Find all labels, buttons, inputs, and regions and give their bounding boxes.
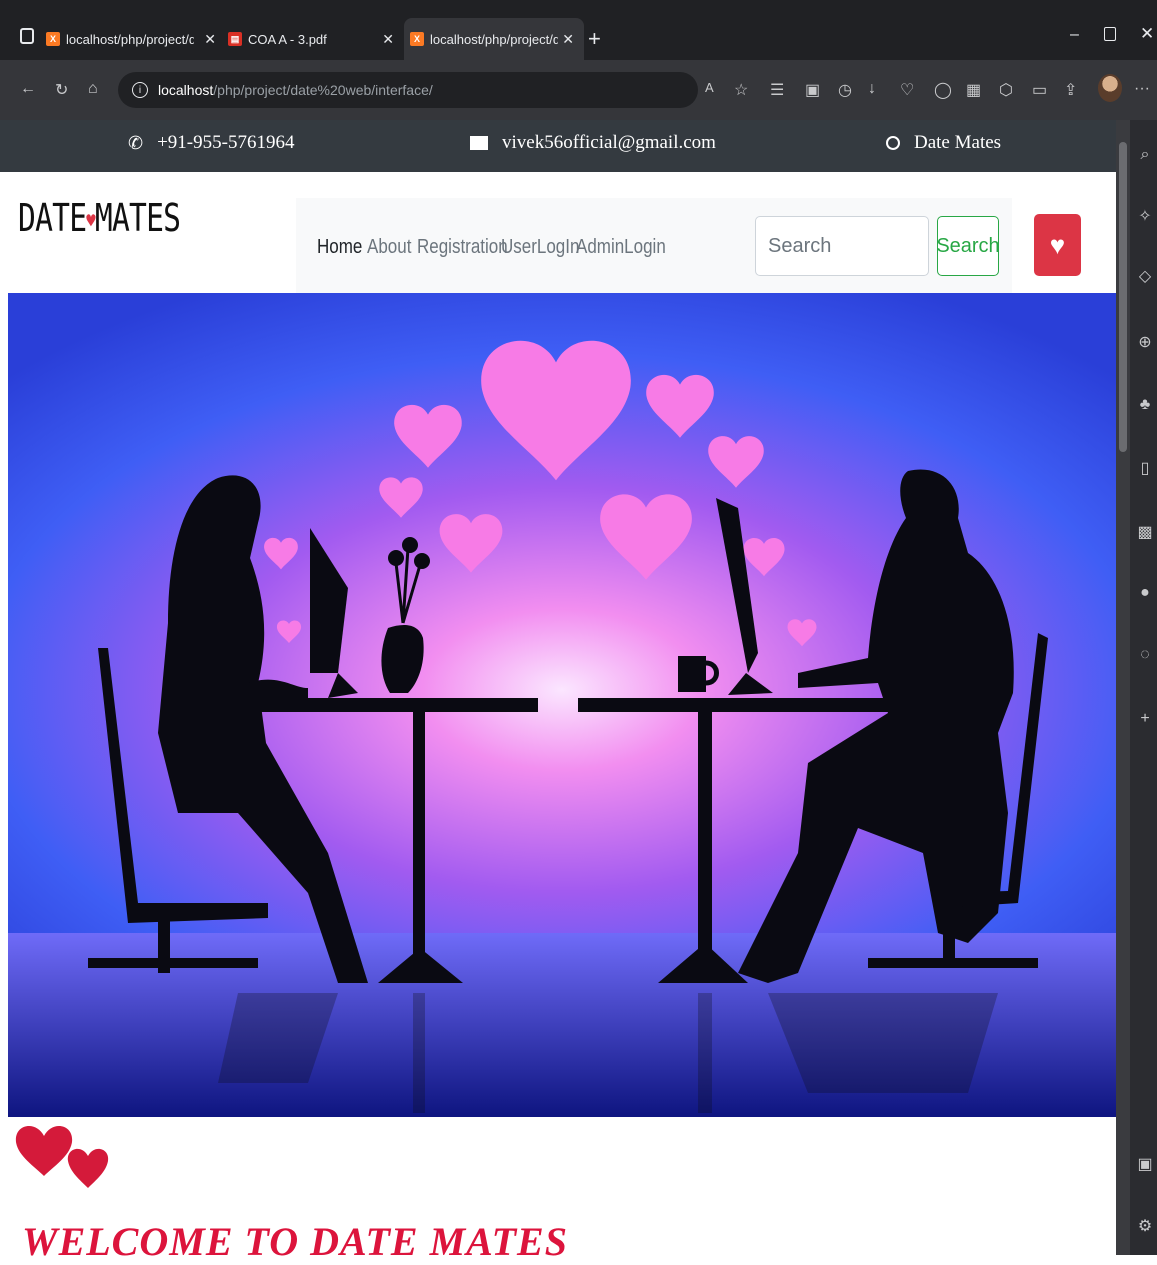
settings-extension-icon[interactable]: ⬡ <box>999 80 1013 100</box>
xampp-icon: X <box>410 32 424 46</box>
logo-hearts-icon: ♥ <box>86 208 95 233</box>
gear-icon[interactable]: ⚙ <box>1132 1216 1157 1236</box>
welcome-heading: WELCOME TO DATE MATES <box>22 1219 568 1264</box>
add-icon[interactable]: + <box>1132 710 1157 728</box>
close-icon[interactable]: ✕ <box>204 31 216 48</box>
share-icon[interactable]: ⇪ <box>1064 80 1077 100</box>
scrollbar-thumb[interactable] <box>1119 142 1127 452</box>
home-icon[interactable]: ⌂ <box>88 80 98 98</box>
pdf-icon: ▤ <box>228 32 242 46</box>
more-menu-icon[interactable]: ··· <box>1134 80 1150 98</box>
tag-icon[interactable]: ◇ <box>1132 266 1157 286</box>
search-button[interactable]: Search <box>936 216 1000 276</box>
site-name: Date Mates <box>914 132 1002 153</box>
restore-icon[interactable] <box>1104 27 1116 41</box>
phone-number: +91-955-5761964 <box>157 132 295 153</box>
heart-icon: ♥ <box>1049 229 1066 260</box>
back-icon[interactable]: ← <box>20 80 36 98</box>
favorites-heart-button[interactable]: ♥ <box>1034 214 1081 276</box>
decorative-hearts-icon <box>14 1118 114 1203</box>
shopping-icon[interactable]: ⊕ <box>1132 332 1157 352</box>
clock-icon <box>886 136 900 150</box>
tab-title: COA A - 3.pdf <box>248 31 327 47</box>
history-icon[interactable]: ◷ <box>838 80 852 100</box>
split-screen-icon[interactable]: ▭ <box>1032 80 1047 100</box>
address-bar[interactable]: i localhost/php/project/date%20web/inter… <box>118 72 698 108</box>
tab-coa-pdf[interactable]: ▤ COA A - 3.pdf ✕ <box>228 18 404 60</box>
xampp-icon: X <box>46 32 60 46</box>
tab-title: localhost/php/project/date web/ <box>66 31 194 47</box>
tab-localhost-1[interactable]: X localhost/php/project/date web/ ✕ <box>46 18 226 60</box>
search-input[interactable]: Search <box>755 216 929 276</box>
nav-home[interactable]: Home <box>317 236 362 259</box>
heart-extension-icon[interactable]: ♡ <box>900 80 914 100</box>
extension-icon[interactable]: ▦ <box>966 80 981 100</box>
close-window-icon[interactable]: ✕ <box>1140 24 1154 44</box>
hero-banner-image <box>8 293 1116 1117</box>
new-tab-icon[interactable]: + <box>588 26 601 52</box>
nav-about[interactable]: About <box>367 236 411 259</box>
logo-mates: MATES <box>94 196 181 240</box>
email-address: vivek56official@gmail.com <box>502 132 716 153</box>
site-name-contact: Date Mates <box>886 132 1001 154</box>
sidebar-toggle-icon[interactable]: ▣ <box>1132 1154 1157 1174</box>
bing-icon[interactable]: ● <box>1132 584 1157 602</box>
download-icon[interactable]: ↓ <box>868 80 876 98</box>
phone-contact: ✆ +91-955-5761964 <box>128 132 294 154</box>
phone-icon: ✆ <box>128 132 144 153</box>
tab-title: localhost/php/project/date web/ <box>430 31 558 47</box>
nav-registration[interactable]: Registration <box>417 236 508 259</box>
profile-avatar[interactable] <box>1098 74 1122 102</box>
url-host: localhost <box>158 82 214 98</box>
url-path: /php/project/date%20web/interface/ <box>213 82 433 98</box>
drop-icon[interactable]: ◌ <box>1132 646 1157 664</box>
outlook-icon[interactable]: ▩ <box>1132 522 1157 542</box>
info-icon: i <box>132 82 148 98</box>
office-icon[interactable]: ▯ <box>1132 458 1157 478</box>
favorite-star-icon[interactable]: ☆ <box>734 80 748 100</box>
tab-actions-icon[interactable] <box>20 28 34 44</box>
nav-adminlogin[interactable]: AdminLogin <box>576 236 666 259</box>
envelope-icon <box>470 136 488 150</box>
read-aloud-icon[interactable]: A <box>705 80 714 95</box>
tab-localhost-active[interactable]: X localhost/php/project/date web/ ✕ <box>404 18 584 60</box>
minimize-icon[interactable]: – <box>1070 26 1079 44</box>
search-icon[interactable]: ⌕ <box>1132 146 1157 164</box>
collections-icon[interactable]: ▣ <box>805 80 820 100</box>
logo-date: DATE <box>18 196 87 240</box>
nav-userlogin[interactable]: UserLogIn <box>501 236 579 259</box>
favorites-icon[interactable]: ☰ <box>770 80 784 100</box>
copilot-icon[interactable]: ✧ <box>1132 206 1157 226</box>
close-icon[interactable]: ✕ <box>382 31 394 48</box>
games-icon[interactable]: ♣ <box>1132 396 1157 414</box>
site-logo[interactable]: DATE♥MATES <box>18 196 181 240</box>
notification-icon[interactable]: ◯ <box>934 80 952 100</box>
refresh-icon[interactable]: ↻ <box>55 80 68 100</box>
close-icon[interactable]: ✕ <box>562 31 574 48</box>
email-contact: vivek56official@gmail.com <box>470 132 716 154</box>
